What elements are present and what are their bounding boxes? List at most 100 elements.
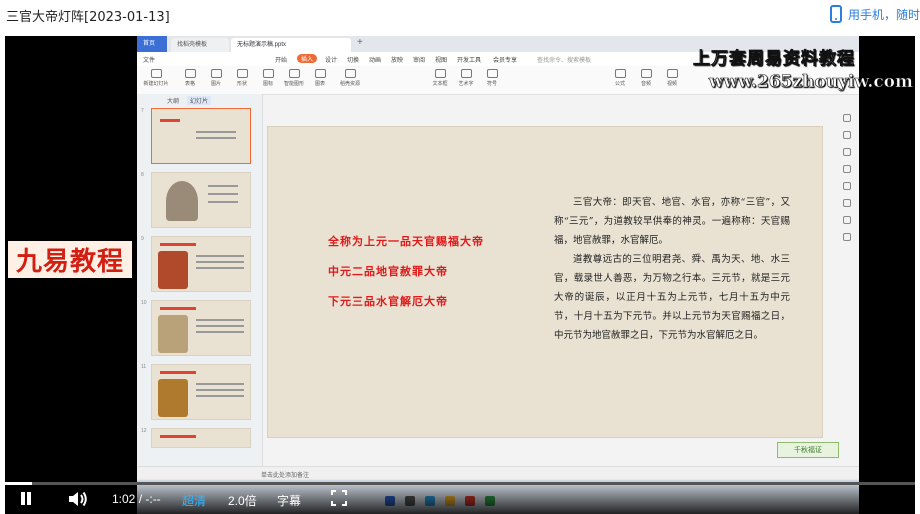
page-title: 三官大帝灯阵[2023-01-13] [6, 10, 170, 25]
pause-icon [27, 492, 31, 505]
ribbon-icons: 图标 [255, 69, 281, 87]
slide-thumbnail [151, 428, 251, 448]
menu-transition: 切换 [347, 58, 360, 64]
ribbon-video: 视频 [659, 69, 685, 87]
copy-icon [843, 182, 851, 190]
menu-slideshow: 放映 [391, 58, 404, 64]
slide-icon [150, 69, 162, 78]
ribbon-new-slide: 新建幻灯片 [143, 69, 169, 87]
slide-thumbnail [151, 236, 251, 292]
menu-developer: 开发工具 [457, 58, 482, 64]
textbox-icon [434, 69, 446, 78]
thumbnail-number: 10 [141, 300, 147, 306]
current-slide: 全称为上元一品天官赐福大帝 中元二品地官赦罪大帝 下元三品水官解厄大帝 三官大帝… [267, 126, 823, 438]
settings-icon [843, 114, 851, 122]
slide-red-line: 中元二品地官赦罪大帝 [328, 265, 448, 278]
tab-home: 首页 [137, 36, 167, 52]
menu-view: 视图 [435, 58, 448, 64]
ribbon-label: 图片 [210, 81, 221, 87]
ribbon-table: 表格 [177, 69, 203, 87]
quality-button[interactable]: 超清 [182, 492, 206, 509]
slide-paragraph: 三官大帝：即天官、地官、水官，亦称“三官”，又称“三元”，为道教较早供奉的神灵。… [554, 197, 790, 246]
ribbon-label: 图标 [262, 81, 273, 87]
ribbon-smart-graphic: 智能图形 [281, 69, 307, 87]
fullscreen-icon [331, 490, 347, 506]
ribbon-label: 形状 [236, 81, 247, 87]
thumbnail-number: 9 [141, 236, 144, 242]
volume-button[interactable] [67, 490, 89, 508]
chart-icon [314, 69, 326, 78]
slide-thumbnail [151, 108, 251, 164]
slide-thumbnail [151, 300, 251, 356]
video-frame-wps: 首页 找稻壳模板 无标题演示稿.pptx + 文件 开始 插入 设计 切换 动画… [137, 36, 859, 514]
slide-stamp: 千秋福证 [777, 442, 839, 458]
time-display: 1:02 / -:-- [112, 492, 161, 506]
ribbon-formula: 公式 [607, 69, 633, 87]
pane-tab-outline: 大纲 [167, 99, 180, 105]
pause-icon [21, 492, 25, 505]
star-icon [843, 148, 851, 156]
pane-tab-slides: 幻灯片 [187, 96, 212, 105]
pane-tabs: 大纲 幻灯片 [167, 96, 212, 105]
symbol-icon [486, 69, 498, 78]
new-tab-icon: + [357, 37, 363, 48]
ribbon-wordart: 艺术字 [453, 69, 479, 87]
volume-icon [69, 491, 87, 507]
brand-watermark: 九易教程 [8, 241, 133, 278]
thumbnail-number: 11 [141, 364, 147, 370]
right-toolbar [841, 114, 853, 250]
speed-button[interactable]: 2.0倍 [228, 492, 257, 509]
animation-icon [843, 165, 851, 173]
formula-icon [614, 69, 626, 78]
video-icon [666, 69, 678, 78]
watermark-title: 上万套周易资料教程 [693, 49, 855, 70]
ribbon-symbol: 符号 [479, 69, 505, 87]
progress-bar[interactable] [5, 482, 915, 485]
ribbon-label: 公式 [614, 81, 625, 87]
ribbon-chart: 图表 [307, 69, 333, 87]
ribbon-label: 表格 [184, 81, 195, 87]
menu-member: 会员专享 [493, 58, 518, 64]
menu-insert: 插入 [297, 54, 318, 63]
slide-thumbnail-pane: 大纲 幻灯片 7 8 9 10 11 12 [137, 94, 263, 514]
ribbon-textbox: 文本框 [427, 69, 453, 87]
docer-icon [344, 69, 356, 78]
ribbon-label: 视频 [666, 81, 677, 87]
smart-graphic-icon [288, 69, 300, 78]
ribbon-label: 文本框 [432, 81, 448, 87]
menu-review: 审阅 [413, 58, 426, 64]
fullscreen-button[interactable] [331, 490, 347, 506]
slide-red-line: 全称为上元一品天官赐福大帝 [328, 235, 484, 248]
wordart-icon [460, 69, 472, 78]
slide-thumbnail [151, 172, 251, 228]
shape-icon [236, 69, 248, 78]
progress-fill [5, 482, 33, 485]
slide-paragraph: 道教尊远古的三位明君尧、舜、禹为天、地、水三官，载录世人善恶，为万物之行本。三元… [554, 254, 790, 341]
ribbon-label: 新建幻灯片 [143, 81, 169, 87]
watermark-url: www.265zhouyiw.com [708, 72, 914, 93]
ribbon-shape: 形状 [229, 69, 255, 87]
menu-home: 开始 [275, 58, 288, 64]
help-icon [843, 233, 851, 241]
thumbnail-number: 7 [141, 108, 144, 114]
slide-thumbnail [151, 364, 251, 420]
ribbon-label: 智能图形 [283, 81, 304, 87]
audio-icon [640, 69, 652, 78]
mobile-link[interactable]: 用手机，随时 [829, 5, 920, 23]
share-icon [843, 216, 851, 224]
ribbon-docer: 稻壳资源 [337, 69, 363, 87]
thumbnail-number: 12 [141, 428, 147, 434]
ribbon-label: 艺术字 [458, 81, 474, 87]
phone-icon [829, 5, 842, 23]
menu-file: 文件 [143, 58, 156, 64]
video-player[interactable]: 首页 找稻壳模板 无标题演示稿.pptx + 文件 开始 插入 设计 切换 动画… [5, 36, 915, 514]
slide-body-text: 三官大帝：即天官、地官、水官，亦称“三官”，又称“三元”，为道教较早供奉的神灵。… [554, 193, 790, 345]
tab-document: 无标题演示稿.pptx [231, 38, 351, 52]
ribbon-label: 符号 [486, 81, 497, 87]
slide-red-line: 下元三品水官解厄大帝 [328, 295, 448, 308]
subtitle-button[interactable]: 字幕 [277, 492, 301, 509]
format-icon [843, 199, 851, 207]
pause-button[interactable] [17, 490, 35, 508]
tab-templates: 找稻壳模板 [171, 38, 229, 52]
mobile-link-label: 用手机，随时 [847, 7, 920, 22]
